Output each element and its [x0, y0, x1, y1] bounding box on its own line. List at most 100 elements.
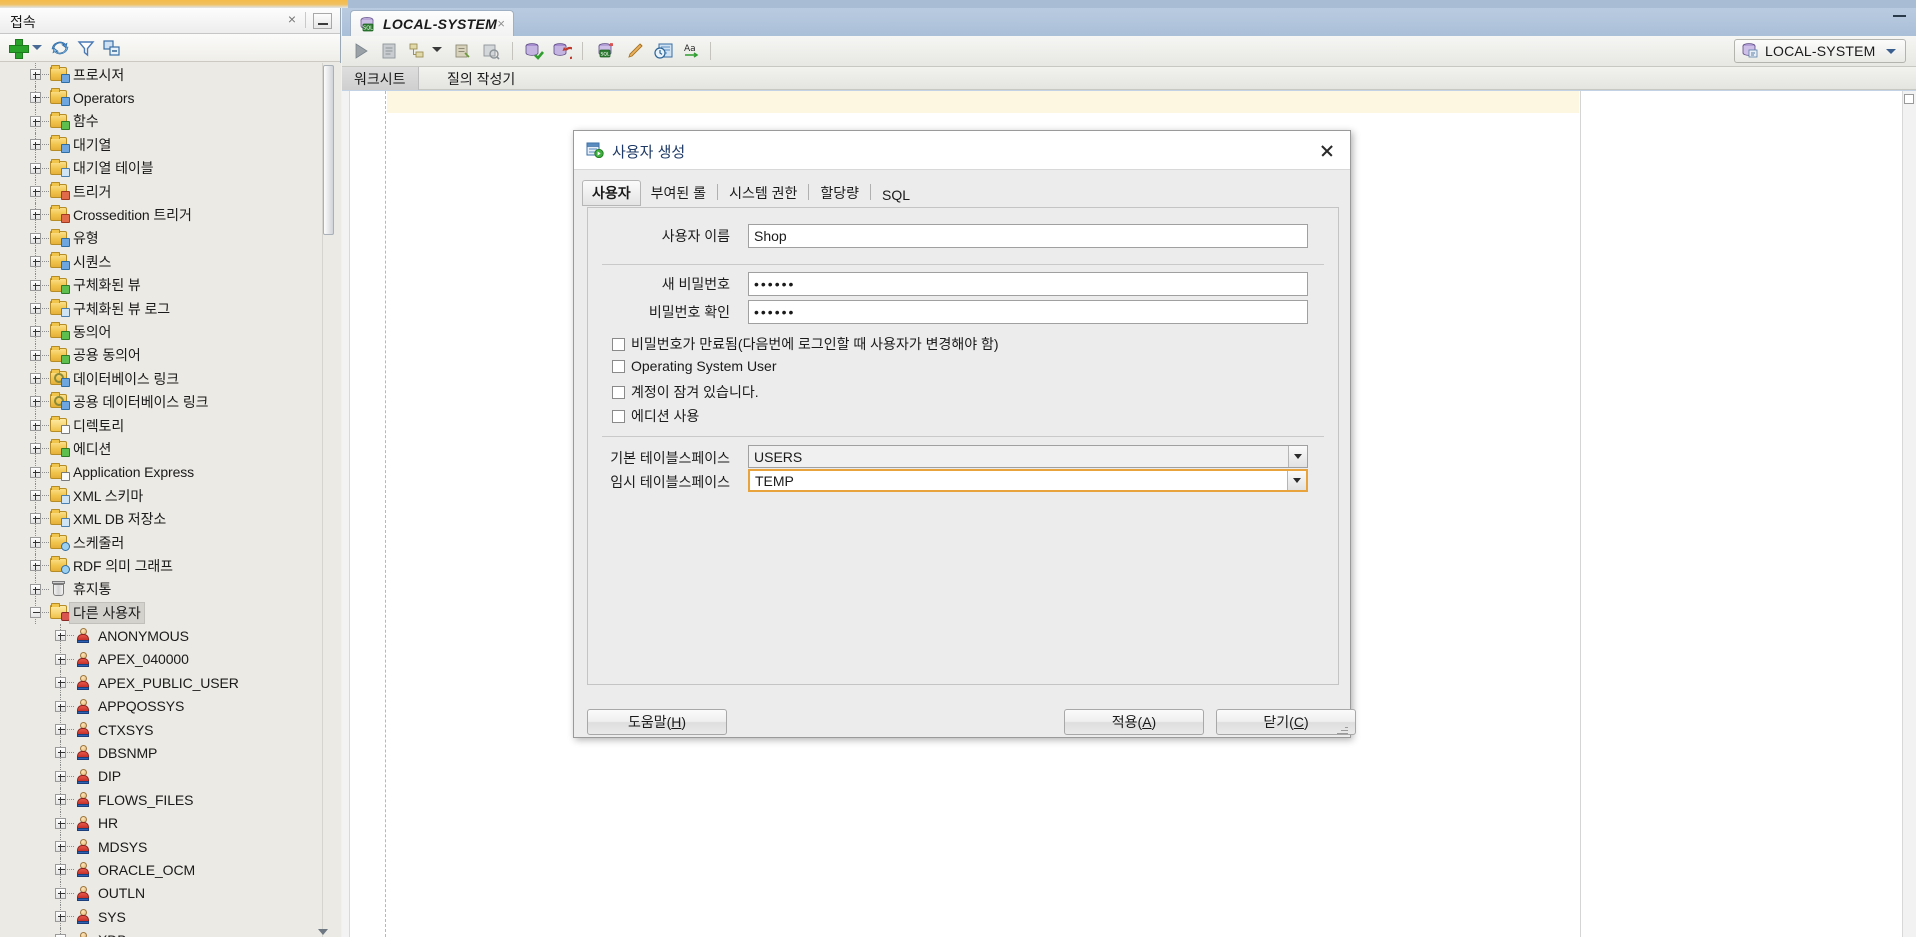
- chevron-down-icon[interactable]: [1288, 446, 1307, 467]
- apply-button[interactable]: 적용(A): [1064, 709, 1204, 735]
- checkbox-box[interactable]: [612, 337, 625, 351]
- scroll-down-icon[interactable]: [318, 929, 328, 935]
- expand-icon[interactable]: [55, 911, 66, 923]
- sql-tuning-icon[interactable]: [482, 42, 500, 63]
- default-tablespace-select[interactable]: USERS: [748, 445, 1308, 468]
- expand-icon[interactable]: [30, 69, 41, 80]
- filter-icon[interactable]: [76, 38, 96, 58]
- checkbox-account-locked[interactable]: 계정이 잠겨 있습니다.: [612, 382, 759, 402]
- expand-icon[interactable]: [30, 139, 41, 151]
- translate-icon[interactable]: Aa: [682, 42, 702, 63]
- checkbox-box[interactable]: [612, 359, 625, 373]
- expand-icon[interactable]: [30, 279, 41, 291]
- tree-node[interactable]: 스케줄러: [0, 530, 341, 555]
- expand-icon[interactable]: [55, 817, 66, 829]
- expand-icon[interactable]: [55, 700, 66, 712]
- expand-icon[interactable]: [30, 419, 41, 431]
- tab-query-builder[interactable]: 질의 작성기: [435, 67, 527, 90]
- tree-node[interactable]: ORACLE_OCM: [0, 858, 341, 882]
- tree-node[interactable]: SYS: [0, 905, 341, 929]
- tree-node[interactable]: MDSYS: [0, 834, 341, 859]
- tree-node[interactable]: 유형: [0, 226, 341, 251]
- window-minimize-icon[interactable]: [1890, 10, 1910, 24]
- run-script-icon[interactable]: [380, 42, 398, 63]
- temp-tablespace-select[interactable]: TEMP: [748, 469, 1308, 492]
- tab-worksheet[interactable]: 워크시트: [342, 67, 419, 90]
- tree-node[interactable]: Application Express: [0, 460, 341, 485]
- tree-node[interactable]: XML DB 저장소: [0, 507, 341, 531]
- tab-system-privileges[interactable]: 시스템 권한: [719, 180, 807, 206]
- rollback-icon[interactable]: [552, 42, 577, 63]
- tab-quota[interactable]: 할당량: [810, 180, 869, 206]
- chevron-down-icon[interactable]: [1287, 471, 1306, 490]
- checkbox-box[interactable]: [612, 385, 625, 399]
- tree-node[interactable]: APPQOSSYS: [0, 694, 341, 718]
- expand-icon[interactable]: [30, 232, 41, 244]
- expand-icon[interactable]: [55, 887, 66, 899]
- checkbox-os-user[interactable]: Operating System User: [612, 358, 777, 374]
- expand-icon[interactable]: [30, 162, 41, 174]
- tree-node[interactable]: 동의어: [0, 320, 341, 344]
- tree-node[interactable]: Crossedition 트리거: [0, 203, 341, 227]
- tab-granted-roles[interactable]: 부여된 롤: [641, 180, 716, 206]
- autotrace-icon[interactable]: [454, 42, 472, 63]
- expand-icon[interactable]: [30, 373, 41, 385]
- tree-node[interactable]: 공용 동의어: [0, 343, 341, 368]
- expand-icon[interactable]: [55, 723, 66, 735]
- collapse-icon[interactable]: [30, 606, 41, 618]
- expand-icon[interactable]: [55, 653, 66, 665]
- help-button[interactable]: 도움말(H): [587, 709, 727, 735]
- tree-node[interactable]: 다른 사용자: [0, 600, 341, 625]
- tree-node[interactable]: DIP: [0, 764, 341, 789]
- close-icon[interactable]: ×: [497, 16, 505, 31]
- expand-icon[interactable]: [30, 92, 41, 104]
- checkbox-password-expired[interactable]: 비밀번호가 만료됨(다음번에 로그인할 때 사용자가 변경해야 함): [612, 334, 999, 354]
- commit-icon[interactable]: [524, 42, 544, 63]
- clear-icon[interactable]: [626, 42, 646, 63]
- expand-icon[interactable]: [30, 466, 41, 478]
- checkbox-edition-enabled[interactable]: 에디션 사용: [612, 406, 699, 426]
- tree-node[interactable]: FLOWS_FILES: [0, 788, 341, 812]
- expand-icon[interactable]: [30, 396, 41, 408]
- create-user-dialog[interactable]: 사용자 생성 사용자 부여된 롤 시스템 권한 할당량 SQL 사용자 이름 S…: [573, 130, 1356, 738]
- tree-node[interactable]: XDB: [0, 928, 341, 937]
- tree-node[interactable]: 구체화된 뷰 로그: [0, 296, 341, 321]
- tree-node[interactable]: OUTLN: [0, 881, 341, 906]
- run-statement-icon[interactable]: [352, 42, 370, 63]
- expand-icon[interactable]: [30, 115, 41, 127]
- expand-icon[interactable]: [30, 256, 41, 268]
- expand-icon[interactable]: [30, 536, 41, 548]
- tree-node[interactable]: CTXSYS: [0, 717, 341, 742]
- connections-tree[interactable]: 프로시저 Operators 함수 대기열 대기열 테이블 트리거 Crossedition…: [0, 63, 341, 937]
- refresh-icon[interactable]: [50, 38, 70, 58]
- expand-icon[interactable]: [55, 747, 66, 759]
- tree-node[interactable]: 시퀀스: [0, 250, 341, 274]
- tree-node[interactable]: APEX_040000: [0, 647, 341, 672]
- document-tab-local-system[interactable]: SQL LOCAL-SYSTEM ×: [350, 10, 514, 36]
- tree-node[interactable]: 대기열 테이블: [0, 156, 341, 180]
- tree-node[interactable]: 대기열: [0, 133, 341, 157]
- minimize-icon[interactable]: [313, 13, 332, 29]
- close-icon[interactable]: ×: [284, 12, 300, 28]
- collapse-all-icon[interactable]: [102, 38, 122, 58]
- new-connection-dropdown-caret-icon[interactable]: [32, 45, 42, 50]
- expand-icon[interactable]: [30, 326, 41, 338]
- tree-node[interactable]: 구체화된 뷰: [0, 273, 341, 297]
- chevron-down-icon[interactable]: [1885, 48, 1896, 54]
- tab-sql[interactable]: SQL: [872, 184, 920, 206]
- tree-node[interactable]: RDF 의미 그래프: [0, 554, 341, 578]
- tree-node[interactable]: 데이터베이스 링크: [0, 367, 341, 391]
- tree-node[interactable]: 휴지통: [0, 577, 341, 601]
- expand-icon[interactable]: [30, 490, 41, 502]
- tree-node[interactable]: Operators: [0, 86, 341, 110]
- explain-plan-icon[interactable]: [408, 42, 426, 63]
- tree-node[interactable]: 공용 데이터베이스 링크: [0, 390, 341, 414]
- tab-user[interactable]: 사용자: [582, 180, 641, 206]
- tree-node[interactable]: 디렉토리: [0, 413, 341, 438]
- expand-icon[interactable]: [30, 302, 41, 314]
- tree-node[interactable]: 함수: [0, 109, 341, 134]
- tree-node[interactable]: APEX_PUBLIC_USER: [0, 671, 341, 695]
- tree-node[interactable]: ANONYMOUS: [0, 624, 341, 648]
- expand-icon[interactable]: [30, 185, 41, 197]
- expand-icon[interactable]: [55, 630, 66, 642]
